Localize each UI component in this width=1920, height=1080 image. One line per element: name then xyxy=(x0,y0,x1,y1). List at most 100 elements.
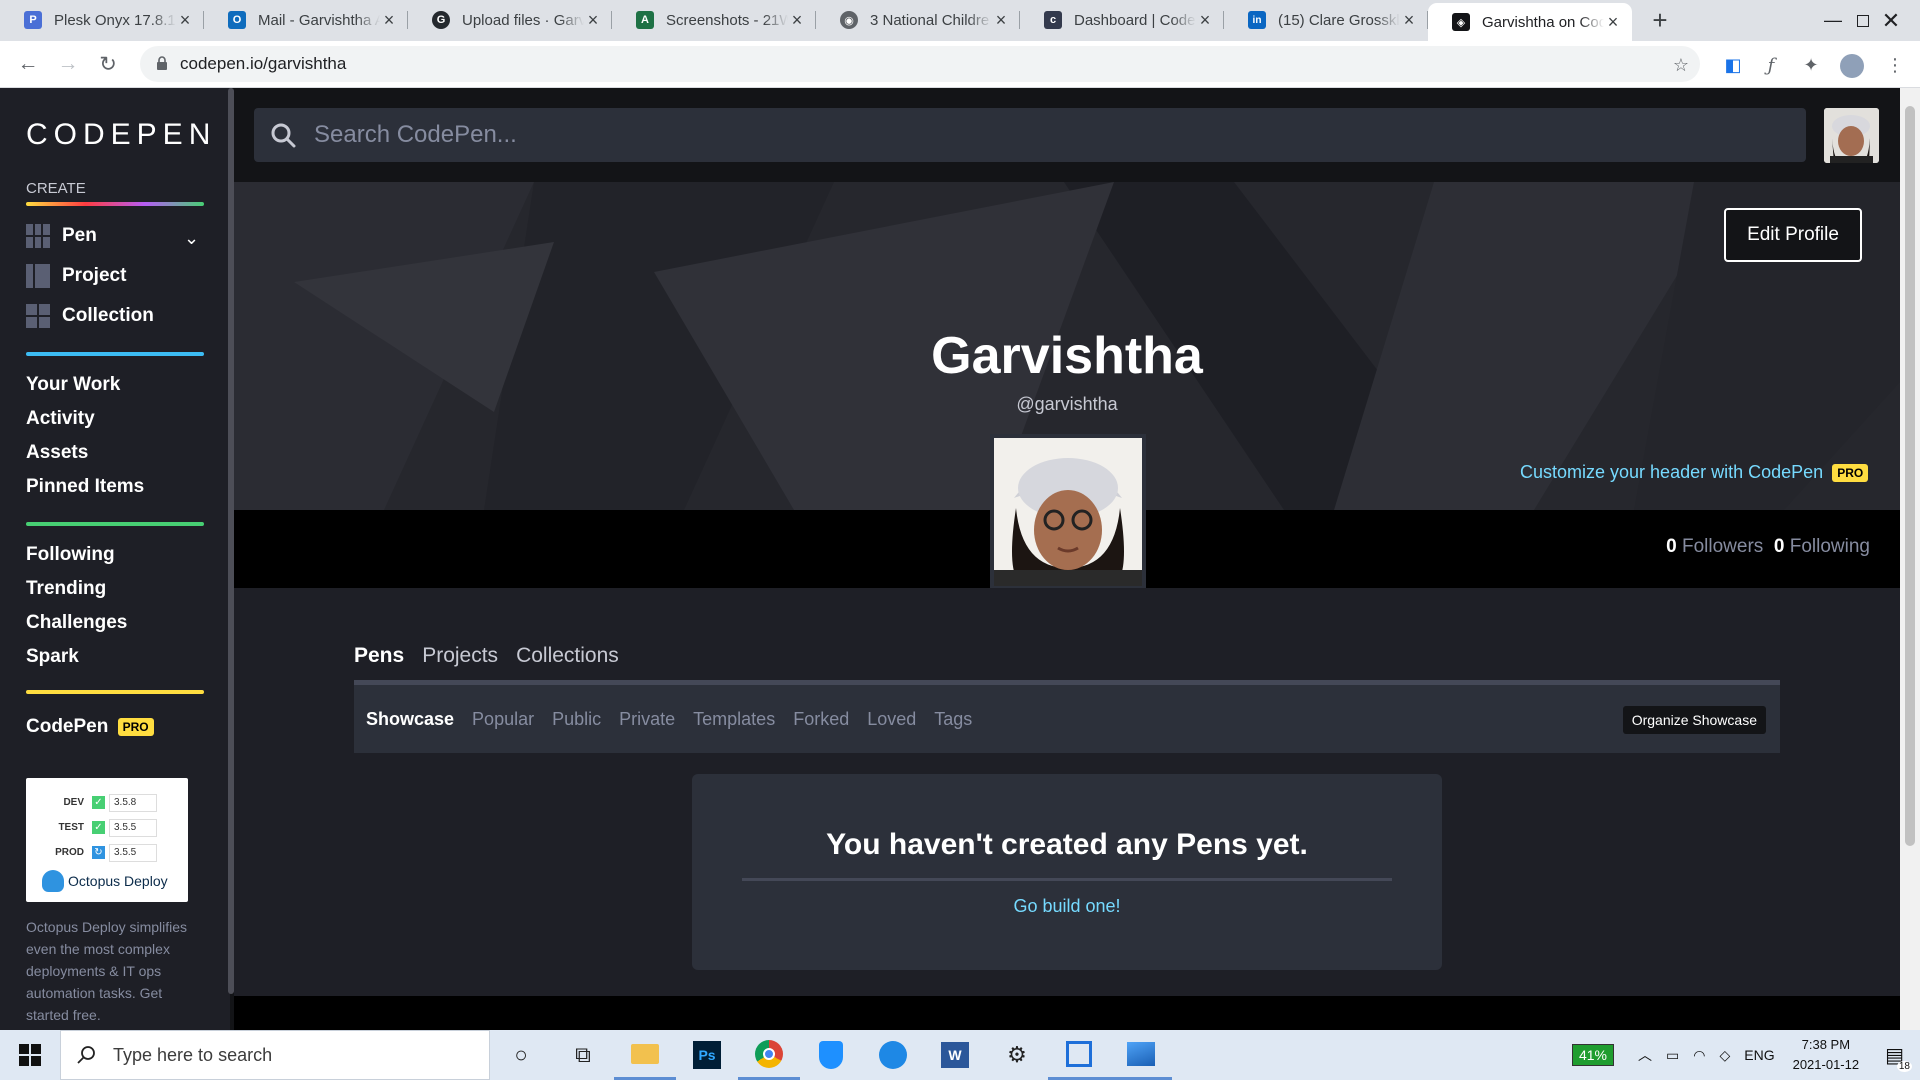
battery-icon[interactable]: ▭ xyxy=(1666,1047,1679,1064)
go-build-link[interactable]: Go build one! xyxy=(692,896,1442,917)
close-icon[interactable]: × xyxy=(992,10,1010,31)
tab-pens[interactable]: Pens xyxy=(354,644,404,668)
browser-tab[interactable]: O Mail - Garvishtha A × xyxy=(204,3,408,37)
browser-tab-active[interactable]: ◈ Garvishtha on Cod × xyxy=(1428,3,1632,41)
window-close-icon[interactable]: ✕ xyxy=(1862,0,1920,41)
formula-extension-icon[interactable]: ƒ xyxy=(1760,55,1782,77)
wifi-app-icon[interactable] xyxy=(862,1030,924,1080)
create-divider xyxy=(26,202,204,206)
url-bar[interactable]: codepen.io/garvishtha xyxy=(140,46,1700,82)
ad-text[interactable]: Octopus Deploy simplifies even the most … xyxy=(26,916,206,1026)
profile-icon[interactable] xyxy=(1840,54,1864,78)
more-icon[interactable]: ⋮ xyxy=(1884,55,1906,77)
ad-brand: Octopus Deploy xyxy=(68,873,168,889)
clock[interactable]: 7:38 PM 2021-01-12 xyxy=(1793,1035,1860,1075)
tab-collections[interactable]: Collections xyxy=(516,644,619,668)
subtab-private[interactable]: Private xyxy=(619,709,675,730)
create-collection-button[interactable]: Collection xyxy=(26,304,154,328)
extension-icon[interactable]: ◧ xyxy=(1722,55,1744,77)
create-project-button[interactable]: Project xyxy=(26,264,126,288)
puzzle-icon[interactable]: ✦ xyxy=(1800,55,1822,77)
photoshop-icon[interactable]: Ps xyxy=(676,1030,738,1080)
dropbox-icon[interactable]: ◇ xyxy=(1719,1047,1730,1064)
reload-icon[interactable]: ↻ xyxy=(88,52,128,77)
sidebar-item-your-work[interactable]: Your Work xyxy=(26,374,120,396)
subtab-popular[interactable]: Popular xyxy=(472,709,534,730)
close-icon[interactable]: × xyxy=(380,10,398,31)
edit-profile-button[interactable]: Edit Profile xyxy=(1724,208,1862,262)
bookmark-star-icon[interactable]: ☆ xyxy=(1670,55,1692,77)
ad-row: TEST ✓ 3.5.5 xyxy=(54,815,158,840)
pen-icon xyxy=(26,224,50,248)
taskbar-search[interactable]: Type here to search xyxy=(60,1030,490,1080)
settings-gear-icon[interactable]: ⚙ xyxy=(986,1030,1048,1080)
tab-title: Dashboard | Codec xyxy=(1074,11,1196,29)
browser-tab[interactable]: ◉ 3 National Childre × xyxy=(816,3,1020,37)
collection-icon xyxy=(26,304,50,328)
chevron-down-icon[interactable]: ⌄ xyxy=(184,228,199,249)
browser-tab-strip: P Plesk Onyx 17.8.11 × O Mail - Garvishtha … xyxy=(0,0,1920,41)
sidebar-item-spark[interactable]: Spark xyxy=(26,646,79,668)
wifi-icon[interactable]: ◠ xyxy=(1693,1047,1705,1064)
create-pen-button[interactable]: Pen xyxy=(26,224,97,248)
subtab-forked[interactable]: Forked xyxy=(793,709,849,730)
new-tab-button[interactable]: + xyxy=(1640,3,1680,37)
close-icon[interactable]: × xyxy=(1196,10,1214,31)
tab-title: Screenshots - 21W xyxy=(666,11,788,29)
followers-link[interactable]: 0 Followers xyxy=(1666,536,1763,557)
tab-title: 3 National Childre xyxy=(870,11,990,29)
subtab-templates[interactable]: Templates xyxy=(693,709,775,730)
pro-link-label: CodePen xyxy=(26,716,109,737)
close-icon[interactable]: × xyxy=(584,10,602,31)
forward-icon[interactable]: → xyxy=(48,52,88,76)
close-icon[interactable]: × xyxy=(176,10,194,31)
sidebar-item-assets[interactable]: Assets xyxy=(26,442,88,464)
subtab-loved[interactable]: Loved xyxy=(867,709,916,730)
chrome-icon[interactable] xyxy=(738,1030,800,1080)
chevron-up-icon[interactable]: ︿ xyxy=(1638,1045,1652,1065)
security-icon[interactable] xyxy=(800,1030,862,1080)
sidebar-item-pinned[interactable]: Pinned Items xyxy=(26,476,144,498)
sidebar-item-activity[interactable]: Activity xyxy=(26,408,95,430)
search-input[interactable] xyxy=(314,121,1714,149)
following-link[interactable]: 0 Following xyxy=(1774,536,1870,557)
page-scrollbar[interactable] xyxy=(1900,88,1920,1030)
tab-favicon-icon: ◉ xyxy=(840,11,858,29)
customize-header-link[interactable]: Customize your header with CodePen PRO xyxy=(1520,462,1869,483)
codepen-logo[interactable]: CODEPEN xyxy=(26,118,216,152)
browser-tab[interactable]: in (15) Clare Grosskle × xyxy=(1224,3,1428,37)
photos-icon[interactable] xyxy=(1110,1030,1172,1080)
search-bar[interactable] xyxy=(254,108,1806,162)
close-icon[interactable]: × xyxy=(1400,10,1418,31)
sidebar-item-following[interactable]: Following xyxy=(26,544,115,566)
browser-tab[interactable]: c Dashboard | Codec × xyxy=(1020,3,1224,37)
browser-tab[interactable]: P Plesk Onyx 17.8.11 × xyxy=(0,3,204,37)
user-avatar-menu[interactable] xyxy=(1824,108,1879,163)
sidebar-item-challenges[interactable]: Challenges xyxy=(26,612,127,634)
browser-tab[interactable]: G Upload files · Garvi × xyxy=(408,3,612,37)
scrollbar-thumb[interactable] xyxy=(1905,106,1915,846)
task-view-icon[interactable]: ⧉ xyxy=(552,1030,614,1080)
app-window-icon[interactable] xyxy=(1048,1030,1110,1080)
file-explorer-icon[interactable] xyxy=(614,1030,676,1080)
start-button[interactable] xyxy=(0,1030,60,1080)
taskbar-search-text: Type here to search xyxy=(113,1044,273,1065)
notification-icon[interactable]: ▤ 18 xyxy=(1885,1043,1912,1072)
language-indicator[interactable]: ENG xyxy=(1744,1047,1774,1063)
back-icon[interactable]: ← xyxy=(8,52,48,76)
subtab-tags[interactable]: Tags xyxy=(934,709,972,730)
sidebar-item-codepen-pro[interactable]: CodePen PRO xyxy=(26,716,154,738)
close-icon[interactable]: × xyxy=(1604,12,1622,33)
tab-projects[interactable]: Projects xyxy=(422,644,498,668)
followers-label: Followers xyxy=(1682,536,1764,557)
ad-banner[interactable]: DEV ✓ 3.5.8 TEST ✓ 3.5.5 PROD ↻ 3.5.5 Octopus … xyxy=(26,778,188,902)
close-icon[interactable]: × xyxy=(788,10,806,31)
organize-showcase-button[interactable]: Organize Showcase xyxy=(1622,706,1766,734)
browser-tab[interactable]: A Screenshots - 21W × xyxy=(612,3,816,37)
battery-meter[interactable]: 41% xyxy=(1571,1044,1615,1066)
cortana-icon[interactable]: ○ xyxy=(490,1030,552,1080)
subtab-public[interactable]: Public xyxy=(552,709,601,730)
subtab-showcase[interactable]: Showcase xyxy=(366,709,454,730)
sidebar-item-trending[interactable]: Trending xyxy=(26,578,106,600)
word-icon[interactable]: W xyxy=(924,1030,986,1080)
